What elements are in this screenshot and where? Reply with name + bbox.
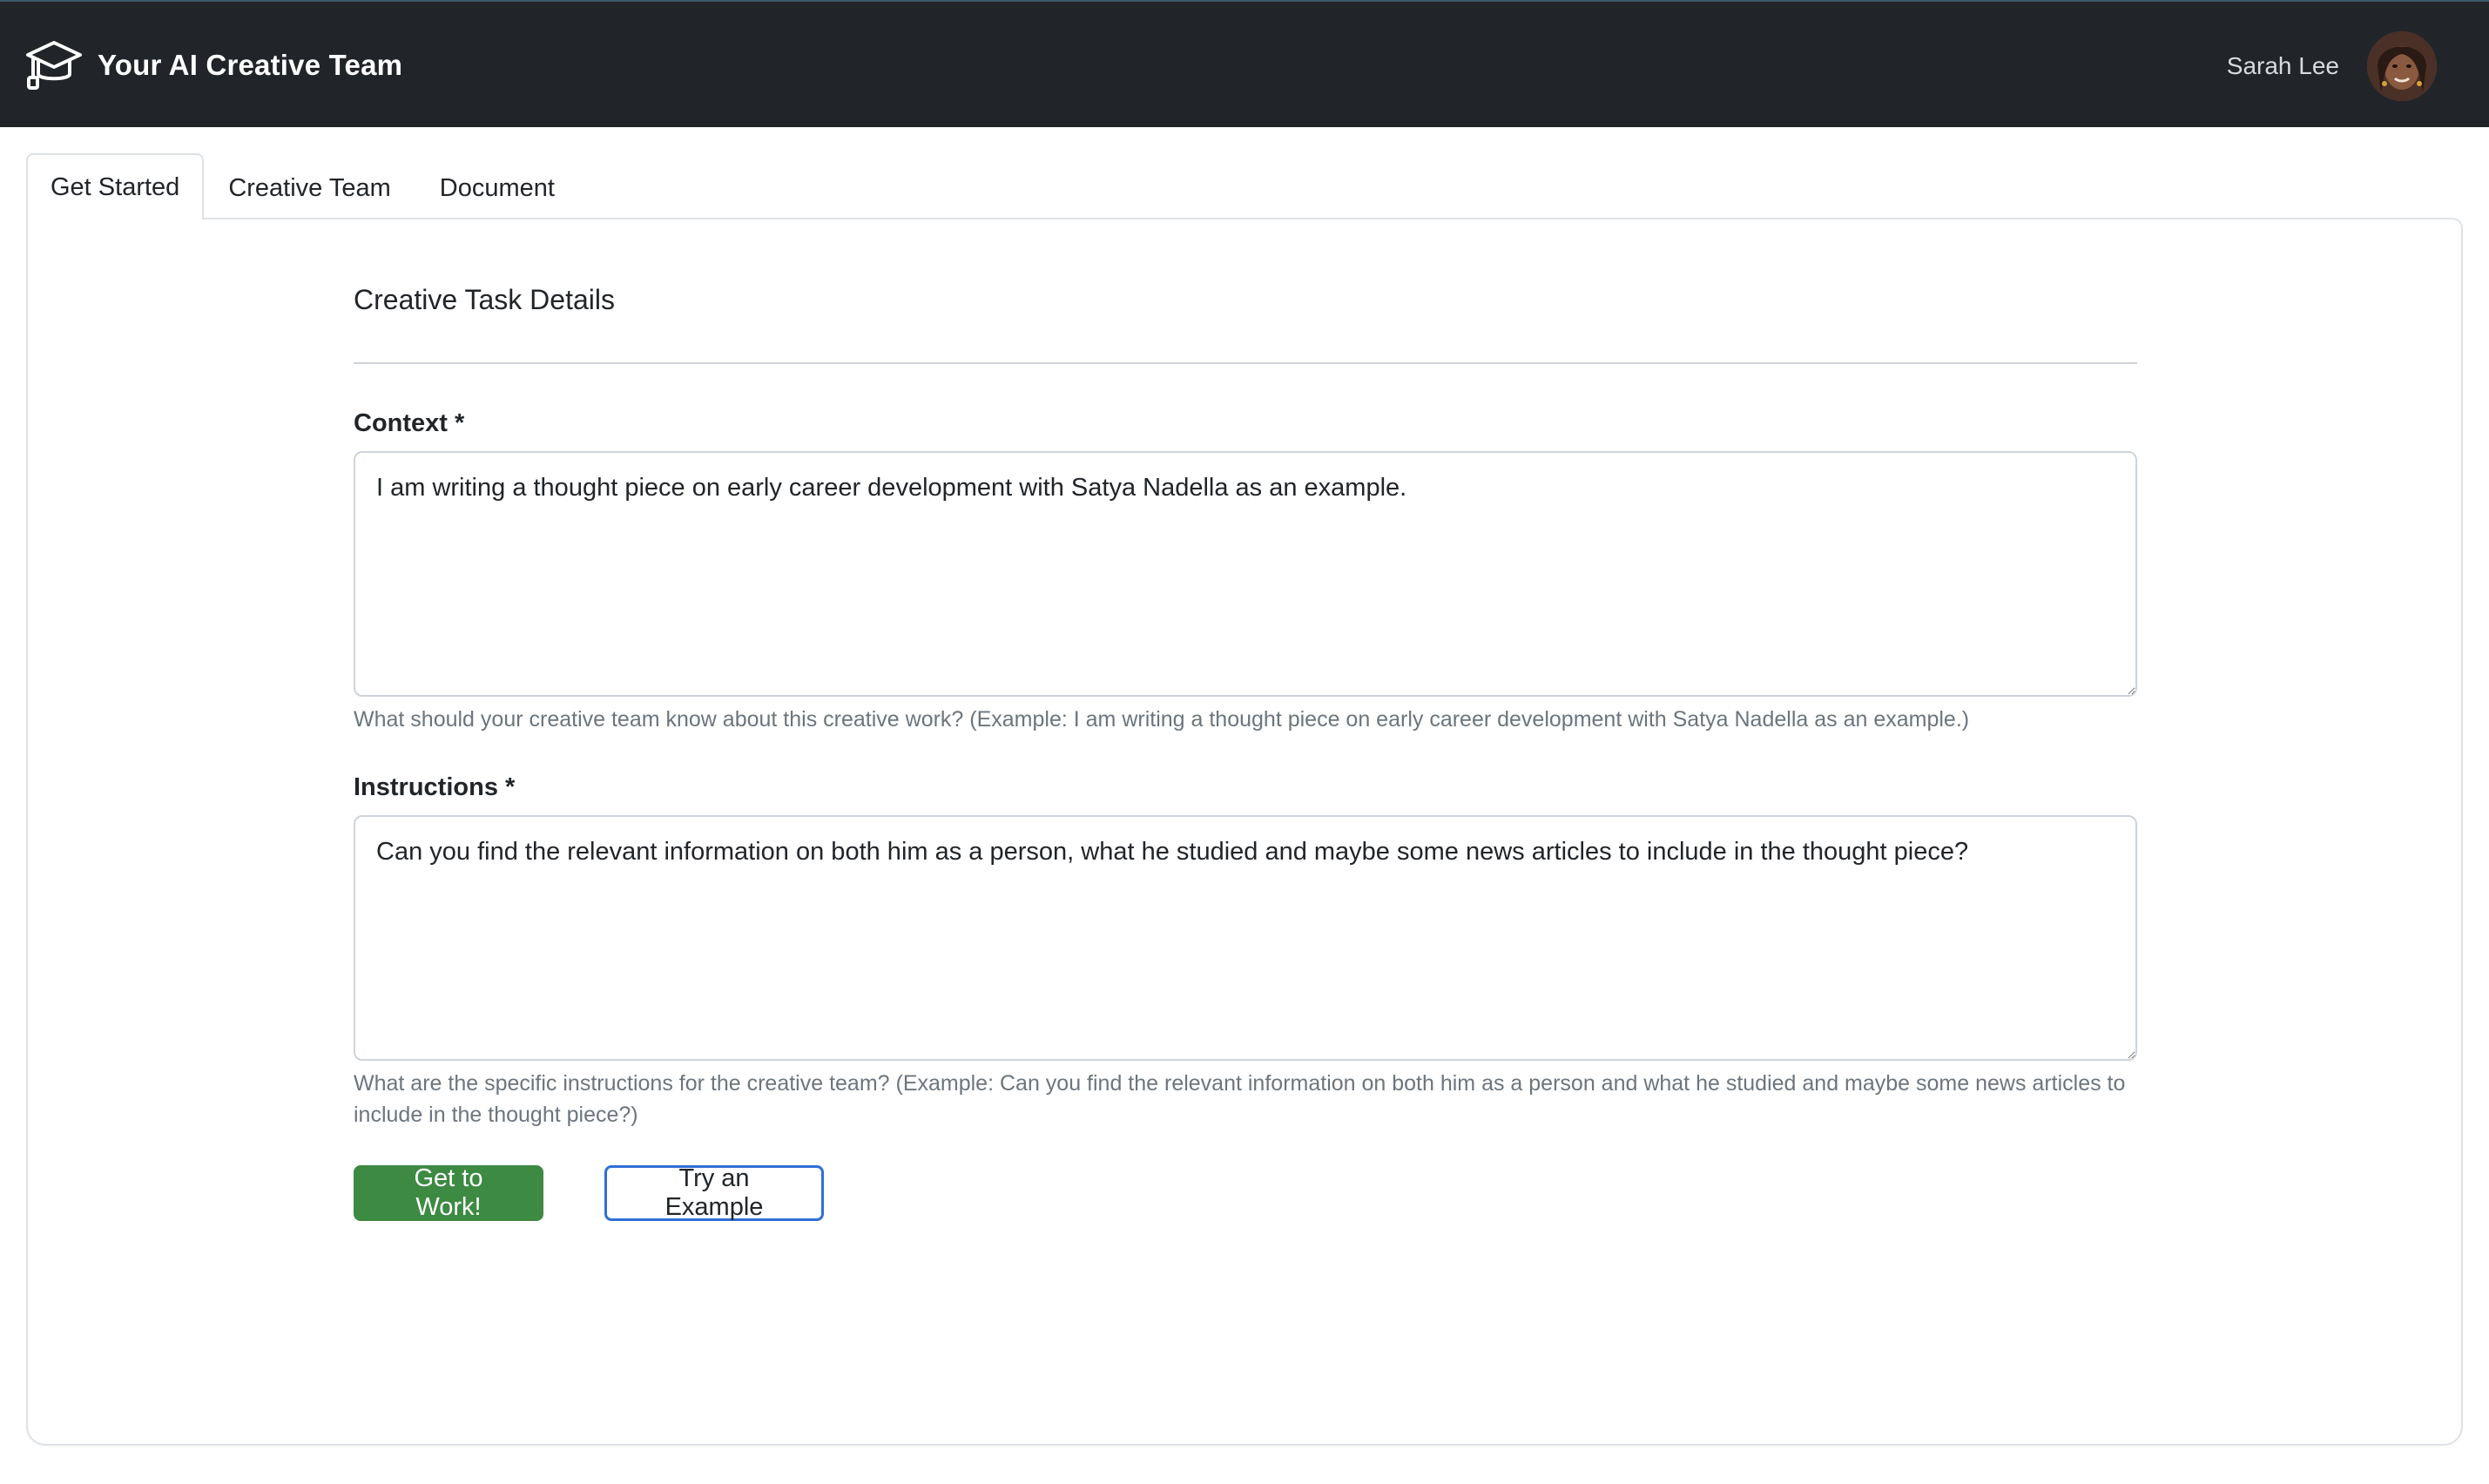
context-textarea[interactable]: I am writing a thought piece on early ca… [354,451,2137,697]
user-menu[interactable]: Sarah Lee [2227,31,2437,101]
tab-label: Get Started [51,172,180,201]
instructions-label: Instructions * [354,773,516,801]
get-to-work-button[interactable]: Get to Work! [354,1164,543,1221]
instructions-textarea[interactable]: Can you find the relevant information on… [354,815,2137,1061]
tab-bar: Get Started Creative Team Document [26,153,579,219]
user-name: Sarah Lee [2226,52,2339,79]
divider [354,362,2137,364]
tab-get-started[interactable]: Get Started [26,153,205,219]
try-example-button[interactable]: Try an Example [604,1164,824,1221]
section-title: Creative Task Details [354,284,615,315]
tab-content-panel: Creative Task Details Context * I am wri… [26,218,2463,1446]
brand-title: Your AI Creative Team [98,49,403,81]
context-help-text: What should your creative team know abou… [354,707,1970,732]
tab-document[interactable]: Document [415,155,579,219]
avatar[interactable] [2367,31,2437,101]
tab-label: Creative Team [228,173,391,202]
top-navbar: Your AI Creative Team Sarah Lee [0,0,2489,127]
instructions-help-text: What are the specific instructions for t… [354,1071,2126,1127]
brand[interactable]: Your AI Creative Team [24,37,402,94]
graduation-cap-icon [24,39,84,91]
tab-creative-team[interactable]: Creative Team [204,155,415,219]
tab-label: Document [439,173,555,202]
context-label: Context * [354,409,465,437]
